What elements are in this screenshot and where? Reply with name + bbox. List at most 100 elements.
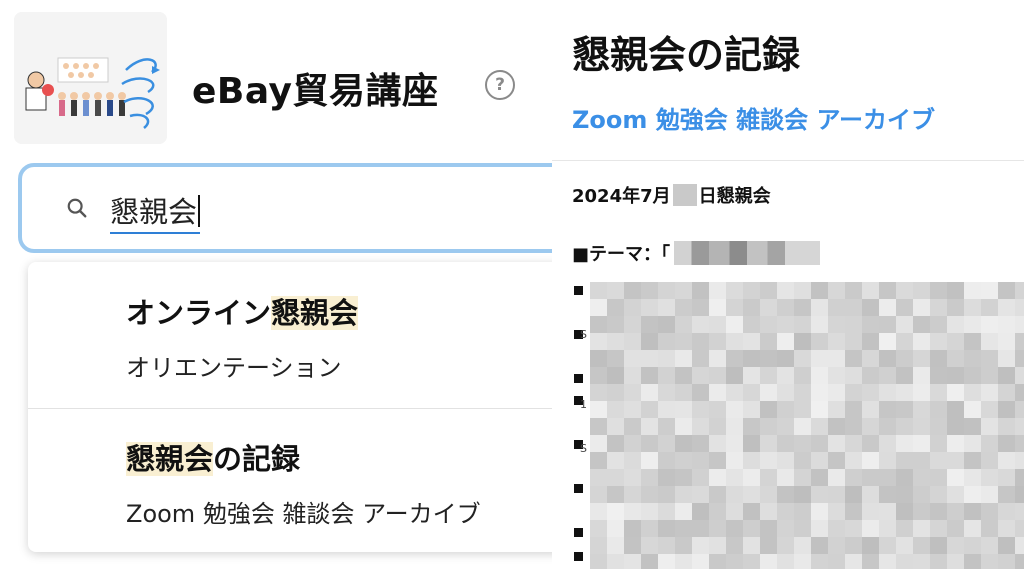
mosaic-cell [607, 316, 624, 333]
mosaic-cell [998, 537, 1015, 554]
mosaic-cell [930, 503, 947, 520]
mosaic-cell [828, 367, 845, 384]
mosaic-cell [913, 486, 930, 503]
mosaic-cell [981, 367, 998, 384]
suggestion-title-prefix: オンライン [126, 296, 272, 330]
mosaic-cell [964, 486, 981, 503]
mosaic-cell [930, 350, 947, 367]
app-logo[interactable] [14, 12, 167, 144]
mosaic-cell [743, 401, 760, 418]
mosaic-cell [760, 435, 777, 452]
mosaic-cell [743, 418, 760, 435]
mosaic-cell [641, 350, 658, 367]
mosaic-cell [743, 435, 760, 452]
mosaic-cell [862, 367, 879, 384]
mosaic-cell [607, 333, 624, 350]
mosaic-cell [879, 537, 896, 554]
mosaic-cell [607, 520, 624, 537]
mosaic-cell [845, 333, 862, 350]
mosaic-cell [658, 452, 675, 469]
mosaic-cell [862, 554, 879, 569]
mosaic-cell [879, 469, 896, 486]
event-date-suffix: 日懇親会 [698, 186, 771, 207]
mosaic-cell [624, 452, 641, 469]
mosaic-cell [998, 435, 1015, 452]
mosaic-cell [760, 537, 777, 554]
mosaic-cell [1015, 384, 1024, 401]
divider [552, 160, 1024, 161]
mosaic-cell [709, 350, 726, 367]
mosaic-cell [726, 367, 743, 384]
mosaic-cell [692, 299, 709, 316]
mosaic-cell [947, 503, 964, 520]
mosaic-cell [845, 537, 862, 554]
mosaic-cell [692, 282, 709, 299]
mosaic-cell [947, 316, 964, 333]
mosaic-cell [913, 435, 930, 452]
mosaic-cell [947, 452, 964, 469]
mosaic-cell [675, 452, 692, 469]
mosaic-cell [607, 469, 624, 486]
mosaic-cell [896, 299, 913, 316]
mosaic-cell [811, 486, 828, 503]
mosaic-cell [1015, 520, 1024, 537]
mosaic-cell [743, 316, 760, 333]
mosaic-cell [828, 418, 845, 435]
mosaic-cell [1015, 316, 1024, 333]
suggestion-item[interactable]: オンライン懇親会 オリエンテーション [28, 290, 552, 383]
mosaic-cell [777, 299, 794, 316]
mosaic-cell [590, 554, 607, 569]
mosaic-cell [692, 333, 709, 350]
mosaic-cell [947, 554, 964, 569]
mosaic-cell [828, 316, 845, 333]
help-icon[interactable]: ? [485, 70, 515, 100]
side-char: 1 [580, 398, 587, 411]
mosaic-cell [641, 520, 658, 537]
mosaic-cell [794, 520, 811, 537]
mosaic-cell [709, 282, 726, 299]
mosaic-cell [590, 316, 607, 333]
mosaic-cell [879, 316, 896, 333]
mosaic-cell [624, 435, 641, 452]
mosaic-cell [760, 350, 777, 367]
mosaic-cell [743, 350, 760, 367]
document-subtitle[interactable]: Zoom 勉強会 雑談会 アーカイブ [572, 100, 935, 135]
mosaic-cell [998, 350, 1015, 367]
mosaic-cell [845, 384, 862, 401]
search-input[interactable]: 懇親会 [18, 163, 552, 253]
mosaic-cell [658, 282, 675, 299]
mosaic-cell [862, 384, 879, 401]
mosaic-cell [862, 520, 879, 537]
mosaic-cell [947, 418, 964, 435]
mosaic-cell [913, 282, 930, 299]
mosaic-cell [998, 469, 1015, 486]
mosaic-cell [590, 282, 607, 299]
mosaic-cell [794, 503, 811, 520]
search-query[interactable]: 懇親会 [110, 189, 201, 234]
mosaic-cell [607, 384, 624, 401]
mosaic-cell [709, 452, 726, 469]
mosaic-cell [964, 350, 981, 367]
text-caret [198, 195, 201, 227]
suggestion-title-highlight: 懇親会 [126, 442, 214, 476]
mosaic-cell [828, 350, 845, 367]
mosaic-cell [624, 554, 641, 569]
mosaic-cell [811, 350, 828, 367]
app-title: eBay貿易講座 [192, 71, 439, 112]
mosaic-cell [726, 299, 743, 316]
suggestion-item[interactable]: 懇親会の記録 Zoom 勉強会 雑談会 アーカイブ [28, 436, 552, 529]
mosaic-cell [896, 486, 913, 503]
mosaic-cell [811, 435, 828, 452]
mosaic-cell [726, 350, 743, 367]
mosaic-cell [828, 299, 845, 316]
mosaic-cell [675, 418, 692, 435]
mosaic-cell [624, 282, 641, 299]
mosaic-cell [896, 350, 913, 367]
mosaic-cell [743, 299, 760, 316]
mosaic-cell [930, 384, 947, 401]
mosaic-cell [981, 486, 998, 503]
suggestion-title-suffix: の記録 [213, 442, 301, 476]
mosaic-cell [879, 520, 896, 537]
mosaic-cell [692, 503, 709, 520]
mosaic-cell [862, 469, 879, 486]
